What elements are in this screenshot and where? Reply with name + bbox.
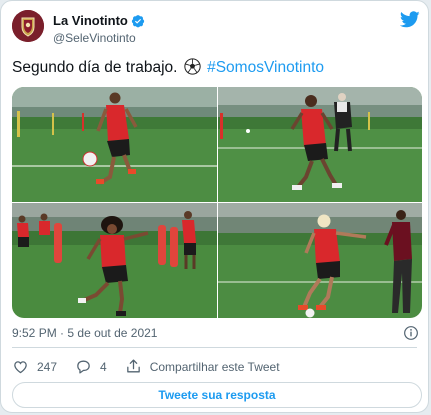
info-icon[interactable] xyxy=(403,325,419,341)
reply-bubble-icon xyxy=(77,360,90,374)
tweet-time[interactable]: 9:52 PM xyxy=(12,326,57,340)
like-count: 247 xyxy=(37,359,58,374)
display-name[interactable]: La Vinotinto xyxy=(53,13,128,28)
timestamp-separator: · xyxy=(60,326,65,340)
tweet-card: La Vinotinto @SeleVinotinto Segundo día … xyxy=(0,0,429,413)
reply-count: 4 xyxy=(100,359,107,374)
twitter-bird-icon[interactable] xyxy=(400,11,420,28)
tweet-text-body: Segundo día de trabajo. xyxy=(12,59,178,76)
media-grid xyxy=(12,87,422,318)
reply-button-large[interactable]: Tweete sua resposta xyxy=(12,382,422,408)
photo-player-kicking-blond[interactable] xyxy=(218,203,422,318)
verified-badge-icon xyxy=(131,14,145,28)
photo-player-running[interactable] xyxy=(218,87,422,202)
display-name-row[interactable]: La Vinotinto xyxy=(53,13,145,28)
crest-icon xyxy=(12,10,44,42)
reply-button[interactable]: 4 xyxy=(75,358,107,375)
share-upload-icon xyxy=(126,359,140,373)
photo-player-kicking-long-hair[interactable] xyxy=(12,203,217,318)
reply-label: Tweete sua resposta xyxy=(158,388,276,402)
tweet-actions: 247 4 Compartilhar este Tweet xyxy=(12,358,298,375)
like-button[interactable]: 247 xyxy=(12,358,57,375)
tweet-text: Segundo día de trabajo. #SomosVinotinto xyxy=(12,58,324,80)
hashtag-link[interactable]: #SomosVinotinto xyxy=(207,59,324,76)
photo-player-juggling[interactable] xyxy=(12,87,217,202)
divider xyxy=(12,347,417,348)
account-handle[interactable]: @SeleVinotinto xyxy=(53,31,136,45)
heart-icon xyxy=(14,361,27,374)
avatar[interactable] xyxy=(12,10,44,42)
tweet-date[interactable]: 5 de out de 2021 xyxy=(67,326,157,340)
share-label: Compartilhar este Tweet xyxy=(149,359,280,374)
tweet-timestamp[interactable]: 9:52 PM · 5 de out de 2021 xyxy=(12,326,157,340)
share-button[interactable]: Compartilhar este Tweet xyxy=(125,358,280,375)
soccer-ball-icon xyxy=(184,58,201,80)
